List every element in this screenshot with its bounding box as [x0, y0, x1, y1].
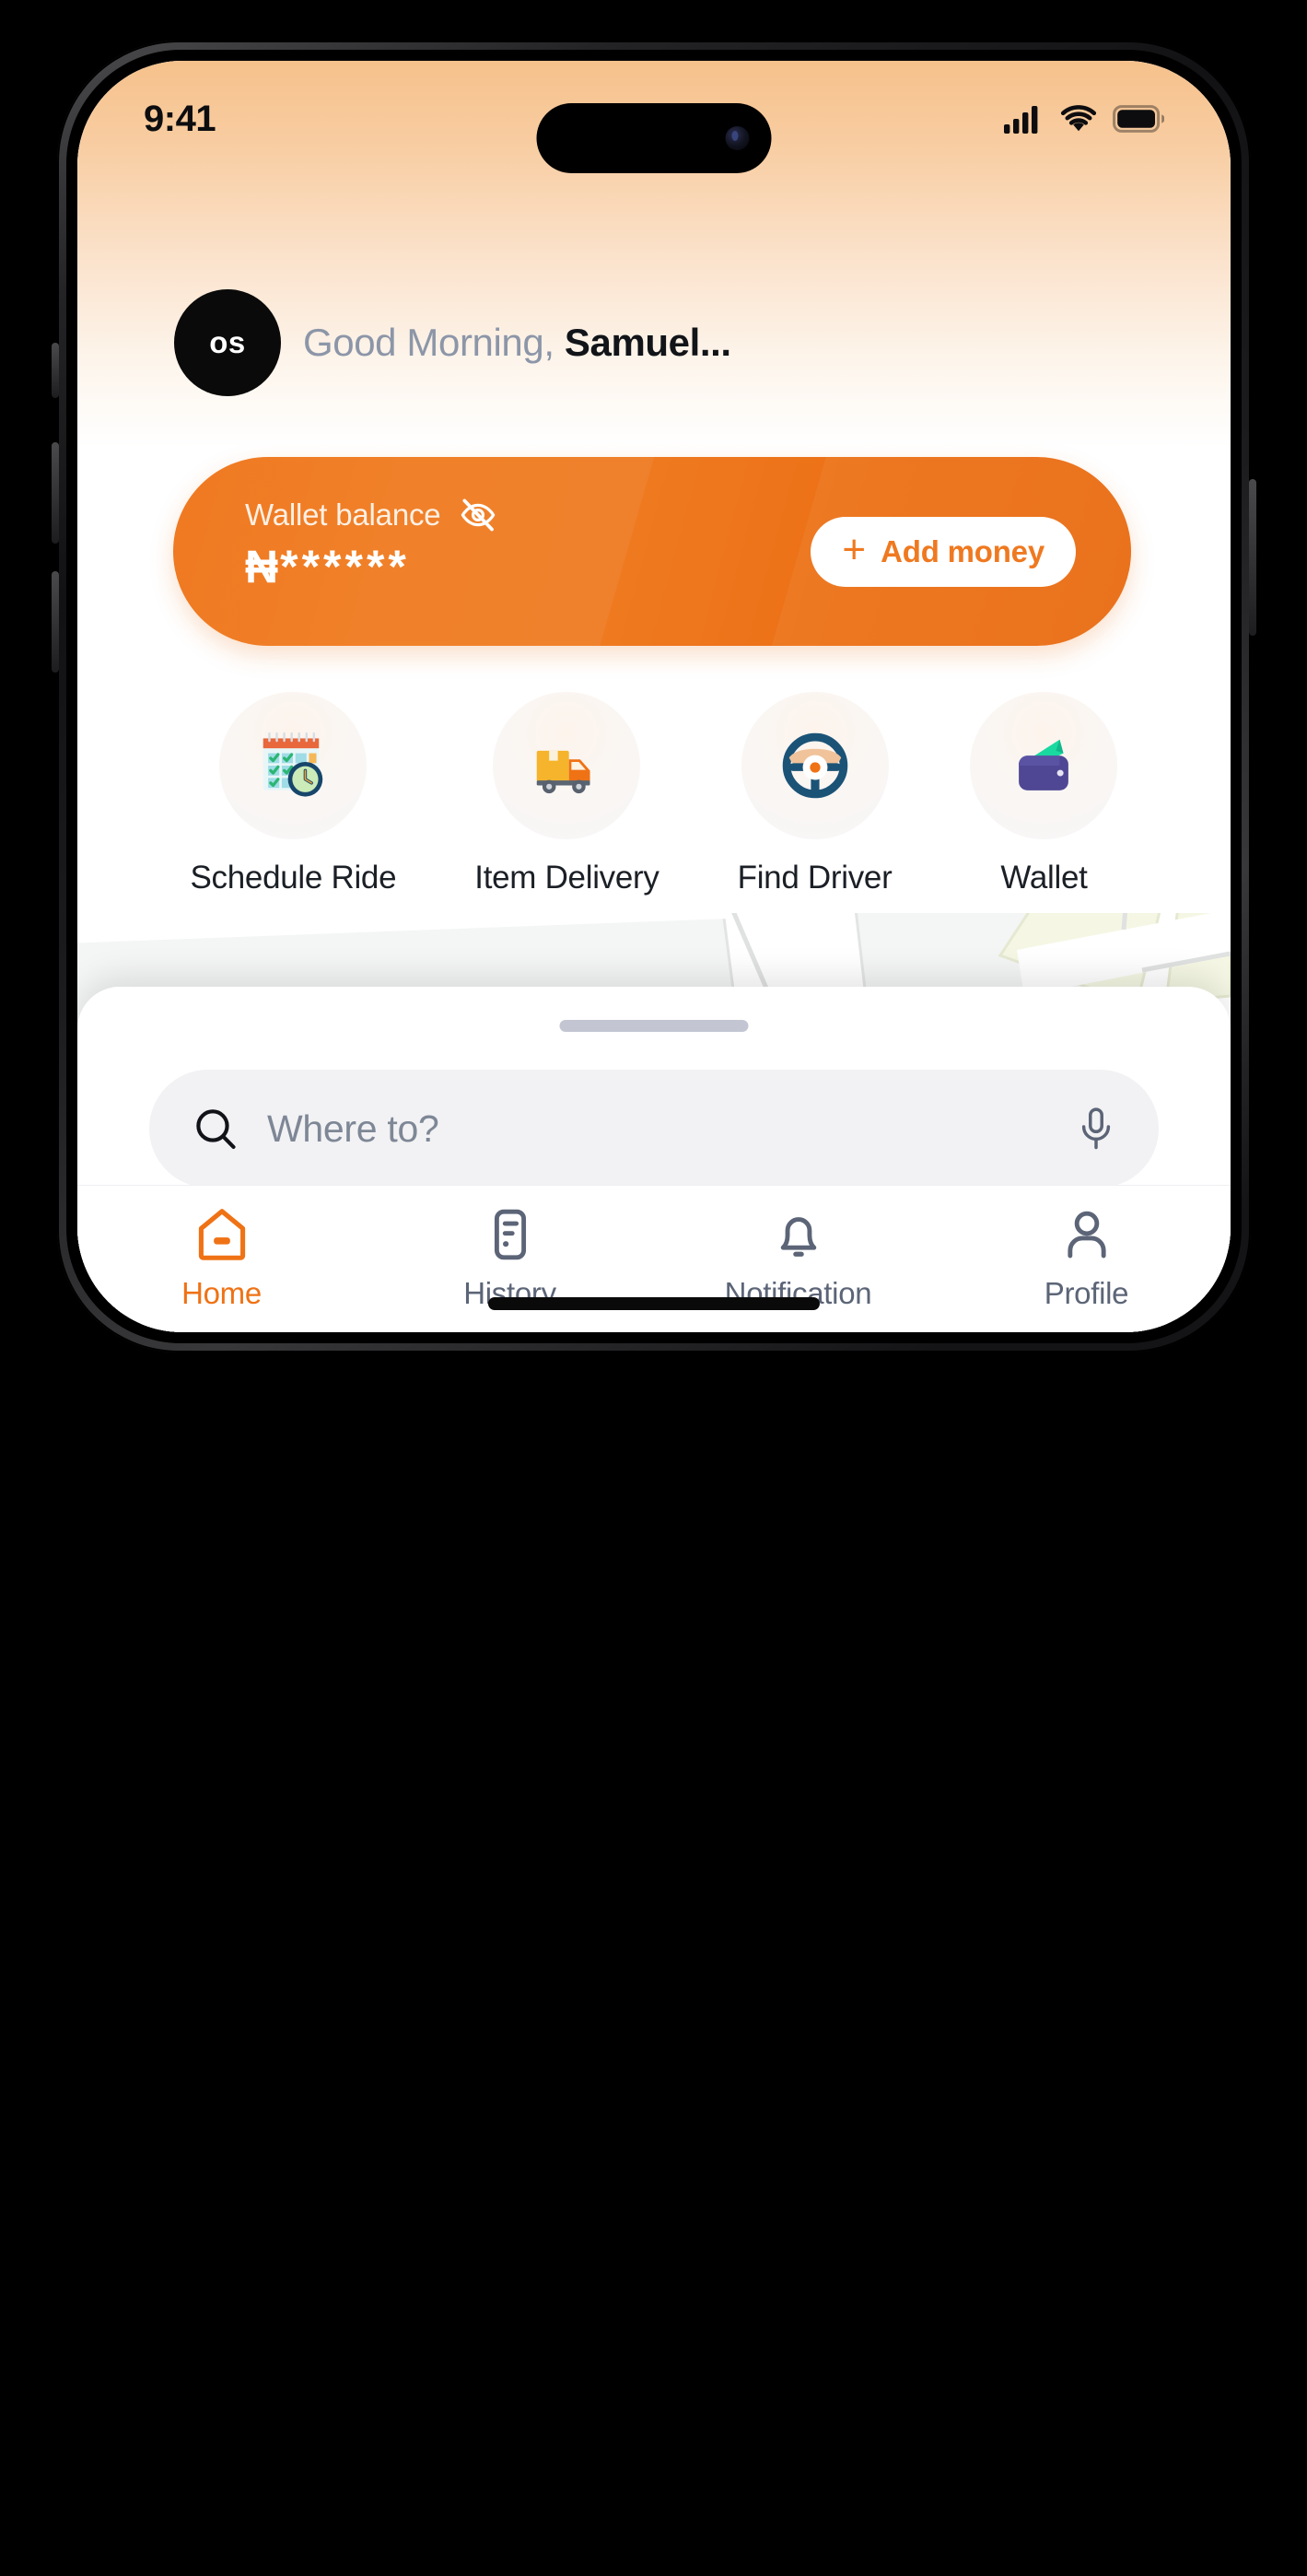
greeting-prefix: Good Morning,: [303, 321, 565, 364]
delivery-truck-icon: [537, 750, 590, 794]
calendar-clock-icon: [263, 732, 323, 797]
eye-off-icon[interactable]: [459, 496, 497, 534]
volume-down-button[interactable]: [52, 571, 59, 673]
add-money-button[interactable]: + Add money: [811, 516, 1076, 587]
bottom-sheet: Where to? Home History Notification Prof…: [77, 987, 1231, 1332]
wallet-card-content: Wallet balance ₦ ******: [173, 457, 1131, 646]
wifi-icon: [1060, 105, 1097, 132]
greeting-row: os Good Morning, Samuel...: [77, 289, 1231, 396]
history-icon: [494, 1209, 526, 1260]
wallet-balance-label: Wallet balance: [245, 498, 441, 532]
quick-action-item-delivery[interactable]: Item Delivery: [474, 692, 659, 896]
volume-up-button[interactable]: [52, 442, 59, 544]
quick-action-icon-bg: [970, 692, 1118, 839]
quick-action-icon-bg: [741, 692, 889, 839]
avatar[interactable]: os: [174, 289, 281, 396]
search-icon: [196, 1109, 236, 1149]
phone-screen: 9:41 os Good Morning, Samuel... Wallet b…: [77, 61, 1231, 1332]
bottom-tab-bar: Home History Notification Profile: [77, 1185, 1231, 1332]
quick-actions-row: Schedule Ride Item Delivery Find Driver …: [77, 692, 1231, 896]
quick-action-label: Schedule Ride: [190, 860, 397, 896]
bell-icon: [780, 1217, 816, 1257]
greeting-text: Good Morning, Samuel...: [303, 321, 731, 365]
battery-icon: [1113, 105, 1164, 133]
drag-handle[interactable]: [559, 1020, 749, 1032]
tab-profile[interactable]: Profile: [942, 1206, 1231, 1311]
quick-action-icon-bg: [219, 692, 368, 839]
front-camera-icon: [725, 126, 750, 150]
tab-label: Home: [181, 1276, 262, 1310]
status-time: 9:41: [144, 98, 216, 139]
steering-wheel-icon: [782, 732, 847, 799]
tab-history[interactable]: History: [366, 1206, 654, 1311]
greeting-username: Samuel...: [564, 321, 731, 364]
quick-action-find-driver[interactable]: Find Driver: [738, 692, 893, 896]
quick-action-wallet[interactable]: Wallet: [970, 692, 1118, 896]
wallet-amount: ₦ ******: [245, 540, 1131, 593]
masked-amount: ******: [280, 541, 410, 592]
microphone-icon[interactable]: [1076, 1106, 1116, 1152]
dynamic-island: [536, 103, 772, 173]
quick-action-schedule-ride[interactable]: Schedule Ride: [191, 692, 397, 896]
screenshot-root: 9:41 os Good Morning, Samuel... Wallet b…: [0, 0, 1307, 2576]
home-icon: [198, 1209, 245, 1260]
quick-action-label: Find Driver: [737, 860, 893, 896]
tab-notification[interactable]: Notification: [654, 1206, 942, 1311]
wallet-label-row: Wallet balance: [245, 496, 1131, 534]
wallet-balance-card[interactable]: Wallet balance ₦ ****** + Add money: [173, 457, 1131, 646]
silent-switch[interactable]: [52, 343, 59, 398]
tab-home[interactable]: Home: [77, 1206, 366, 1311]
add-money-label: Add money: [881, 533, 1044, 568]
quick-action-label: Item Delivery: [474, 860, 659, 896]
quick-action-icon-bg: [493, 692, 641, 839]
app-root: 9:41 os Good Morning, Samuel... Wallet b…: [77, 61, 1231, 1332]
quick-action-label: Wallet: [1000, 860, 1088, 896]
person-icon: [1067, 1211, 1106, 1259]
search-placeholder: Where to?: [267, 1107, 439, 1150]
home-indicator[interactable]: [488, 1297, 820, 1310]
search-destination-field[interactable]: Where to?: [149, 1070, 1159, 1188]
tab-label: Profile: [1044, 1276, 1129, 1310]
wallet-icon: [1019, 739, 1069, 790]
power-button[interactable]: [1249, 479, 1256, 636]
currency-symbol: ₦: [245, 541, 279, 592]
status-icons: [1004, 104, 1164, 134]
plus-icon: +: [842, 526, 867, 572]
cellular-signal-icon: [1004, 106, 1038, 134]
